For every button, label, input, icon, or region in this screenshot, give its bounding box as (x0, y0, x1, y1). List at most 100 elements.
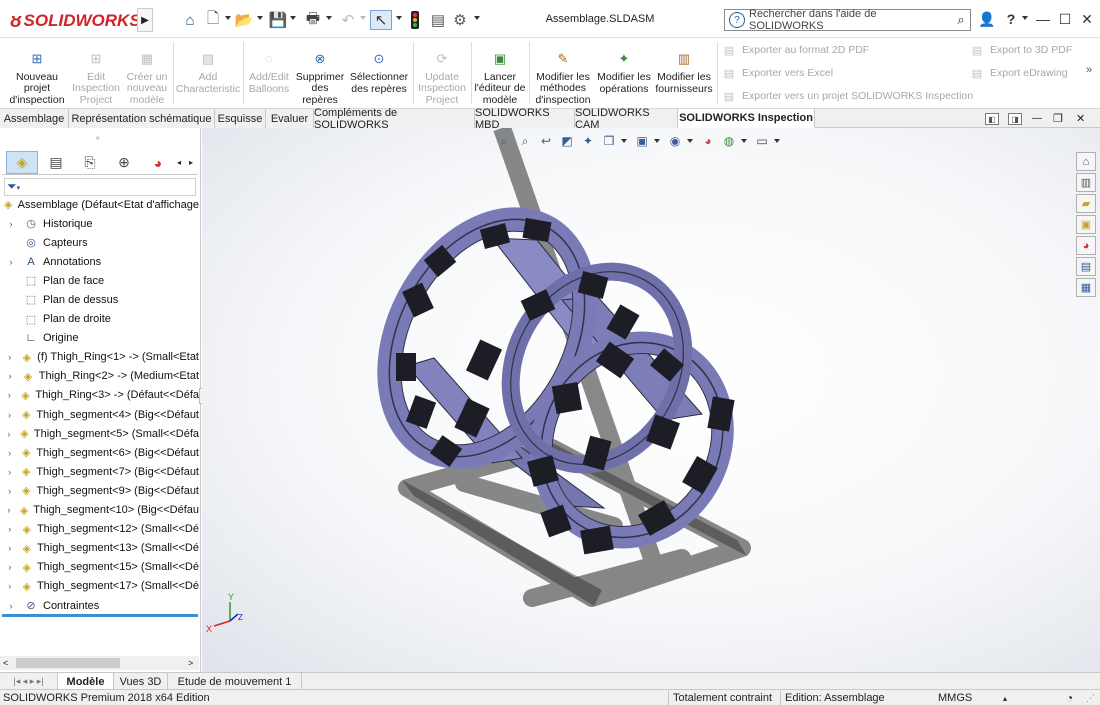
tab-solidworks-inspection[interactable]: SOLIDWORKS Inspection (678, 109, 815, 128)
scrollbar-thumb[interactable] (16, 658, 120, 668)
help-question-icon[interactable]: ? (1000, 9, 1022, 29)
previous-view-icon[interactable]: ↩ (537, 132, 555, 150)
options-gear-icon[interactable]: ⚙ (451, 10, 469, 30)
add-edit-balloons-button[interactable]: ◌ Add/Edit Balloons (246, 40, 292, 106)
edit-inspection-methods-button[interactable]: ✎ Modifier les méthodes d'inspection (532, 40, 594, 106)
close-button[interactable]: ✕ (1076, 9, 1098, 29)
print-dropdown[interactable] (326, 16, 332, 20)
rollback-bar[interactable] (2, 614, 198, 617)
tab-assemblage[interactable]: Assemblage (0, 109, 69, 128)
expand-arrow-icon[interactable]: › (5, 505, 13, 515)
export-excel-button[interactable]: ▤ Exporter vers Excel (722, 64, 833, 82)
tab-scroll-right-icon[interactable]: ▸ (186, 151, 196, 174)
tab-evaluer[interactable]: Evaluer (266, 109, 314, 128)
displaymanager-tab-icon[interactable]: ◕ (142, 151, 174, 174)
forum-icon[interactable]: ▦ (1076, 278, 1096, 297)
create-template-button[interactable]: ▦ Créer un nouveau modèle (124, 40, 170, 106)
design-library-icon[interactable]: ▥ (1076, 173, 1096, 192)
horizontal-scrollbar[interactable]: < > (0, 656, 199, 670)
tree-item[interactable]: › ◷ Historique (0, 214, 199, 233)
unit-system[interactable]: MMGS (938, 691, 972, 705)
tab-scroll-left-icon[interactable]: ◂ (174, 151, 184, 174)
tree-item[interactable]: ⬚ Plan de droite (0, 310, 199, 329)
display-style-icon[interactable]: ▣ (633, 132, 651, 150)
expand-arrow-icon[interactable]: › (5, 371, 15, 381)
expand-arrow-icon[interactable]: › (5, 562, 14, 572)
tab-complements[interactable]: Compléments de SOLIDWORKS (314, 107, 475, 131)
section-view-icon[interactable]: ◩ (558, 132, 576, 150)
new-dropdown[interactable] (225, 16, 231, 20)
minimize-button[interactable]: — (1032, 9, 1054, 29)
apply-scene-dropdown[interactable] (741, 139, 747, 143)
doc-minimize-button[interactable]: — (1032, 113, 1042, 124)
appearances-icon[interactable]: ◕ (1076, 236, 1096, 255)
new-document-icon[interactable]: 🗋 (204, 10, 222, 30)
update-inspection-project-button[interactable]: ⟳ Update Inspection Project (416, 40, 468, 106)
tab-nav-arrows-icon[interactable]: |◂ ◂ ▸ ▸| (0, 673, 58, 690)
expand-arrow-icon[interactable]: › (5, 219, 17, 229)
tree-item[interactable]: ⬚ Plan de face (0, 271, 199, 290)
search-icon[interactable]: ⌕ (952, 12, 970, 28)
expand-arrow-icon[interactable]: › (5, 543, 14, 553)
tree-item[interactable]: › ◈ Thigh_segment<5> (Small<<Défa (0, 424, 199, 443)
view-settings-icon[interactable]: ▭ (753, 132, 771, 150)
tree-item[interactable]: ∟ Origine (0, 329, 199, 348)
rebuild-traffic-light-icon[interactable] (408, 10, 422, 30)
expand-arrow-icon[interactable]: › (5, 601, 17, 611)
expand-arrow-icon[interactable]: › (5, 524, 14, 534)
file-explorer-icon[interactable]: ▰ (1076, 194, 1096, 213)
view-palette-icon[interactable]: ▣ (1076, 215, 1096, 234)
resize-grip-icon[interactable]: ⋰ (1086, 691, 1095, 705)
tree-item[interactable]: › ◈ Thigh_segment<4> (Big<<Défaut (0, 405, 199, 424)
view-settings-dropdown[interactable] (774, 139, 780, 143)
tree-root[interactable]: ◈ Assemblage (Défaut<Etat d'affichage (0, 195, 199, 214)
edit-inspection-project-button[interactable]: ⊞ Edit Inspection Project (68, 40, 124, 106)
select-dropdown[interactable] (396, 16, 402, 20)
tab-etude-mouvement[interactable]: Etude de mouvement 1 (168, 673, 302, 690)
open-dropdown[interactable] (257, 16, 263, 20)
configurationmanager-tab-icon[interactable]: ⎘ (74, 151, 106, 174)
edit-appearance-icon[interactable]: ◕ (699, 132, 717, 150)
zoom-to-fit-icon[interactable]: ⌕ (495, 132, 513, 150)
export-2d-pdf-button[interactable]: ▤ Exporter au format 2D PDF (722, 41, 869, 59)
export-edrawing-button[interactable]: ▤ Export eDrawing (970, 64, 1068, 82)
expand-arrow-icon[interactable]: › (5, 352, 15, 362)
featuremanager-tab-icon[interactable]: ◈ (6, 151, 38, 174)
tree-item[interactable]: › ⊘ Contraintes (0, 596, 199, 615)
tree-item[interactable]: › ◈ Thigh_segment<17> (Small<<Dé (0, 577, 199, 596)
save-icon[interactable]: 💾 (268, 10, 288, 30)
ribbon-overflow-icon[interactable]: » (1086, 64, 1092, 76)
edit-suppliers-button[interactable]: ▥ Modifier les fournisseurs (654, 40, 714, 106)
add-characteristic-button[interactable]: ▧ Add Characteristic (176, 40, 240, 106)
solidworks-logo[interactable]: ᴕ SOLIDWORKS (10, 8, 141, 34)
file-properties-icon[interactable]: ▤ (428, 10, 448, 30)
tab-modele[interactable]: Modèle (58, 673, 114, 690)
assembly-model-view[interactable]: Y X Z (202, 125, 1100, 672)
select-markers-button[interactable]: ⊙ Sélectionner des repères (348, 40, 410, 106)
dimxpert-tab-icon[interactable]: ⊕ (108, 151, 140, 174)
new-inspection-project-button[interactable]: ⊞ Nouveau projet d'inspection (6, 40, 68, 106)
tree-item[interactable]: › ◈ (f) Thigh_Ring<1> -> (Small<Etat (0, 348, 199, 367)
hide-show-dropdown[interactable] (687, 139, 693, 143)
expand-arrow-icon[interactable]: › (5, 390, 14, 400)
zoom-to-area-icon[interactable]: ⌕ (516, 132, 534, 150)
unit-dropdown-icon[interactable]: ▴ (1003, 691, 1007, 705)
tab-esquisse[interactable]: Esquisse (215, 109, 266, 128)
view-orientation-icon[interactable]: ❒ (600, 132, 618, 150)
delete-markers-button[interactable]: ⊗ Supprimer des repères (294, 40, 346, 106)
tab-solidworks-cam[interactable]: SOLIDWORKS CAM (575, 107, 678, 131)
help-dropdown[interactable] (1022, 16, 1028, 20)
export-3d-pdf-button[interactable]: ▤ Export to 3D PDF (970, 41, 1072, 59)
tree-item[interactable]: › ◈ Thigh_Ring<2> -> (Medium<Etat (0, 367, 199, 386)
tab-representation-schematique[interactable]: Représentation schématique (69, 109, 215, 128)
tree-item[interactable]: ◎ Capteurs (0, 233, 199, 252)
expand-arrow-icon[interactable]: › (5, 410, 14, 420)
open-icon[interactable]: 📂 (234, 10, 254, 30)
menu-expand-button[interactable]: ▶ (137, 8, 153, 32)
expand-arrow-icon[interactable]: › (5, 429, 13, 439)
select-cursor-icon[interactable]: ↖ (370, 10, 392, 30)
save-dropdown[interactable] (290, 16, 296, 20)
scroll-right-arrow[interactable]: > (188, 658, 193, 668)
tree-item[interactable]: › ◈ Thigh_segment<6> (Big<<Défaut (0, 443, 199, 462)
graphics-area[interactable]: Y X Z (202, 125, 1100, 672)
